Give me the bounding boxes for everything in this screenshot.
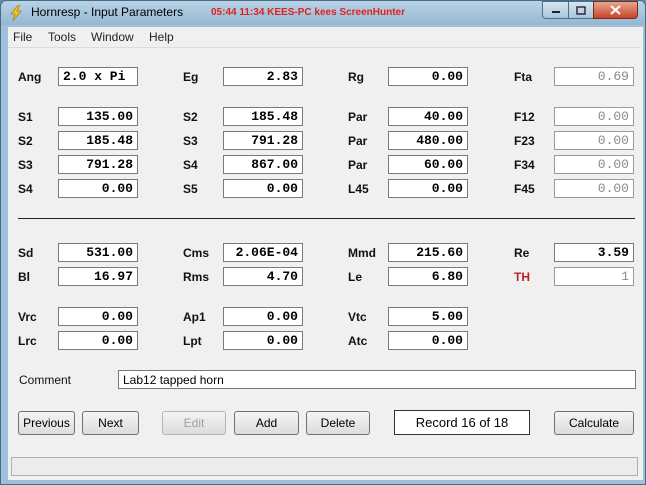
lpt-field[interactable]: 0.00 — [223, 331, 303, 350]
f34-label: F34 — [514, 158, 535, 172]
th-field[interactable]: 1 — [554, 267, 634, 286]
section-divider — [18, 218, 635, 219]
main-window: Hornresp - Input Parameters 05:44 11:34 … — [0, 0, 646, 485]
lrc-field[interactable]: 0.00 — [58, 331, 138, 350]
le-label: Le — [348, 270, 363, 284]
ap1-field[interactable]: 0.00 — [223, 307, 303, 326]
menu-tools[interactable]: Tools — [48, 30, 76, 44]
vtc-label: Vtc — [348, 310, 367, 324]
bl-field[interactable]: 16.97 — [58, 267, 138, 286]
mmd-field[interactable]: 215.60 — [388, 243, 468, 262]
par-field[interactable]: 60.00 — [388, 155, 468, 174]
screenshot-overlay-text: 05:44 11:34 KEES-PC kees ScreenHunter — [211, 7, 405, 18]
vrc-label: Vrc — [18, 310, 37, 324]
ang-label: Ang — [18, 70, 42, 84]
calculate-button[interactable]: Calculate — [554, 411, 634, 435]
s3-label: S3 — [183, 134, 198, 148]
status-bar — [11, 457, 638, 476]
menu-help[interactable]: Help — [149, 30, 174, 44]
menu-window[interactable]: Window — [91, 30, 134, 44]
title-bar[interactable]: Hornresp - Input Parameters 05:44 11:34 … — [1, 1, 645, 25]
f34-field: 0.00 — [554, 155, 634, 174]
f23-field: 0.00 — [554, 131, 634, 150]
s1-field[interactable]: 135.00 — [58, 107, 138, 126]
s4-label: S4 — [183, 158, 198, 172]
menu-file[interactable]: File — [13, 30, 32, 44]
s4-label: S4 — [18, 182, 33, 196]
lightning-icon — [10, 5, 22, 21]
l45-field[interactable]: 0.00 — [388, 179, 468, 198]
par-field[interactable]: 480.00 — [388, 131, 468, 150]
par-label: Par — [348, 134, 368, 148]
window-title: Hornresp - Input Parameters — [31, 5, 184, 19]
close-icon — [610, 5, 621, 15]
s3-field[interactable]: 791.28 — [58, 155, 138, 174]
s4-field[interactable]: 0.00 — [58, 179, 138, 198]
rms-label: Rms — [183, 270, 210, 284]
client-area: File Tools Window Help Ang 2.0 x Pi Eg 2… — [8, 27, 643, 480]
s3-field[interactable]: 791.28 — [223, 131, 303, 150]
s2-label: S2 — [183, 110, 198, 124]
s1-label: S1 — [18, 110, 33, 124]
atc-field[interactable]: 0.00 — [388, 331, 468, 350]
rg-label: Rg — [348, 70, 364, 84]
cms-label: Cms — [183, 246, 210, 260]
th-label: TH — [514, 270, 530, 284]
s2-field[interactable]: 185.48 — [223, 107, 303, 126]
bl-label: Bl — [18, 270, 30, 284]
f12-label: F12 — [514, 110, 535, 124]
re-field[interactable]: 3.59 — [554, 243, 634, 262]
comment-label: Comment — [19, 373, 72, 387]
f45-label: F45 — [514, 182, 535, 196]
cms-field[interactable]: 2.06E-04 — [223, 243, 303, 262]
sd-field[interactable]: 531.00 — [58, 243, 138, 262]
fta-field: 0.69 — [554, 67, 634, 86]
vrc-field[interactable]: 0.00 — [58, 307, 138, 326]
eg-field[interactable]: 2.83 — [223, 67, 303, 86]
re-label: Re — [514, 246, 530, 260]
par-field[interactable]: 40.00 — [388, 107, 468, 126]
ap1-label: Ap1 — [183, 310, 206, 324]
f23-label: F23 — [514, 134, 535, 148]
sd-label: Sd — [18, 246, 34, 260]
mmd-label: Mmd — [348, 246, 376, 260]
s2-field[interactable]: 185.48 — [58, 131, 138, 150]
lpt-label: Lpt — [183, 334, 202, 348]
fta-label: Fta — [514, 70, 532, 84]
delete-button[interactable]: Delete — [306, 411, 370, 435]
edit-button: Edit — [162, 411, 226, 435]
next-button[interactable]: Next — [82, 411, 139, 435]
s3-label: S3 — [18, 158, 33, 172]
s4-field[interactable]: 867.00 — [223, 155, 303, 174]
l45-label: L45 — [348, 182, 369, 196]
close-button[interactable] — [593, 1, 638, 19]
rg-field[interactable]: 0.00 — [388, 67, 468, 86]
comment-input[interactable]: Lab12 tapped horn — [118, 370, 636, 389]
maximize-icon — [576, 5, 586, 15]
lrc-label: Lrc — [18, 334, 37, 348]
atc-label: Atc — [348, 334, 368, 348]
menu-bar: File Tools Window Help — [8, 27, 641, 48]
par-label: Par — [348, 158, 368, 172]
add-button[interactable]: Add — [234, 411, 299, 435]
par-label: Par — [348, 110, 368, 124]
s5-label: S5 — [183, 182, 198, 196]
f45-field: 0.00 — [554, 179, 634, 198]
minimize-button[interactable] — [542, 1, 569, 19]
eg-label: Eg — [183, 70, 199, 84]
ang-field[interactable]: 2.0 x Pi — [58, 67, 138, 86]
minimize-icon — [551, 11, 560, 13]
record-indicator: Record 16 of 18 — [394, 410, 530, 435]
f12-field: 0.00 — [554, 107, 634, 126]
maximize-button[interactable] — [568, 1, 594, 19]
rms-field[interactable]: 4.70 — [223, 267, 303, 286]
vtc-field[interactable]: 5.00 — [388, 307, 468, 326]
s2-label: S2 — [18, 134, 33, 148]
previous-button[interactable]: Previous — [18, 411, 75, 435]
s5-field[interactable]: 0.00 — [223, 179, 303, 198]
le-field[interactable]: 6.80 — [388, 267, 468, 286]
